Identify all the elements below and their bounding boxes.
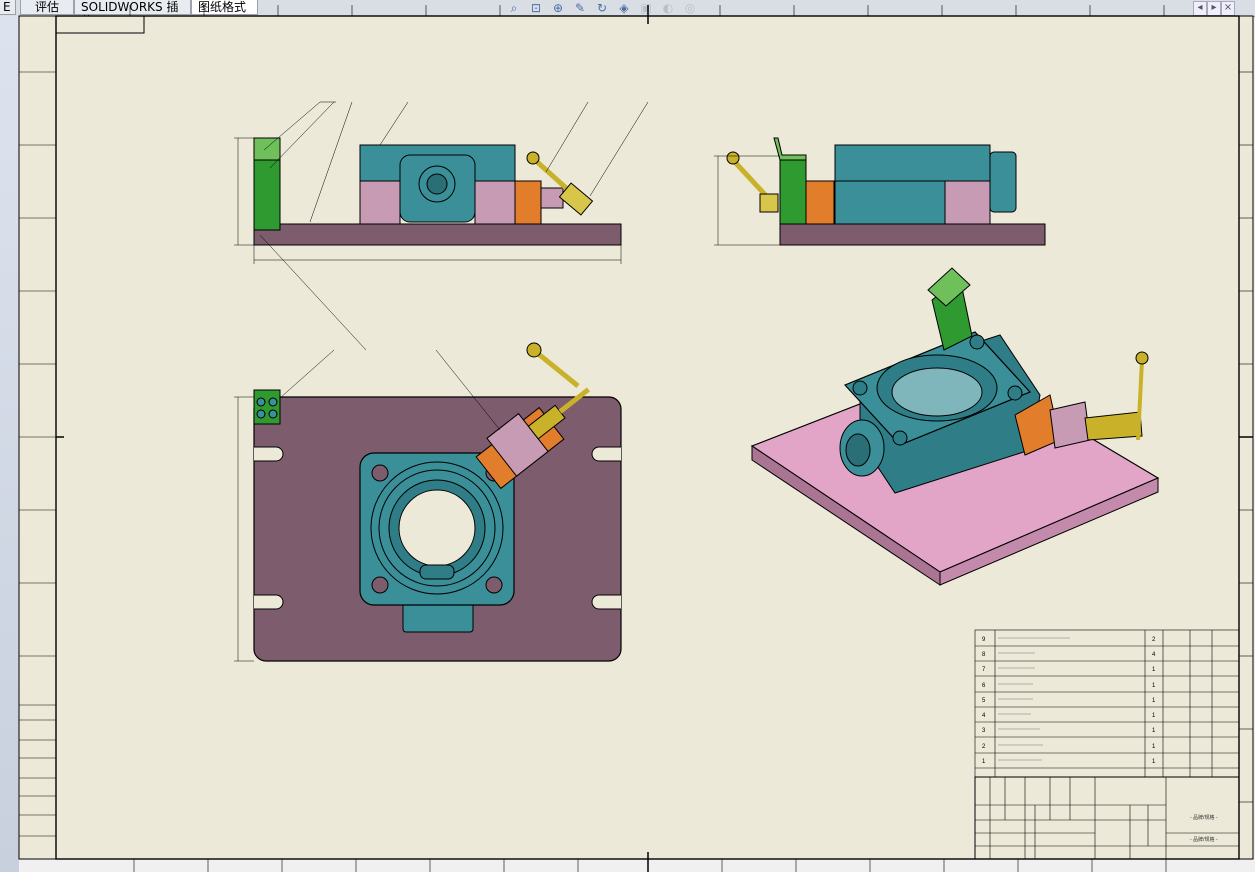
bom-table[interactable] bbox=[974, 629, 1240, 778]
bom-qty: 1 bbox=[1152, 667, 1156, 673]
bom-description-lines bbox=[998, 637, 1070, 761]
bom-qty: 1 bbox=[1152, 728, 1156, 734]
front-view[interactable] bbox=[253, 137, 622, 246]
bom-no: 7 bbox=[982, 667, 986, 673]
top-view[interactable] bbox=[253, 342, 622, 662]
bom-qty: 1 bbox=[1152, 698, 1156, 704]
title-note-box bbox=[55, 15, 145, 34]
bom-no: 5 bbox=[982, 698, 986, 704]
bom-no: 9 bbox=[982, 637, 986, 643]
bom-no: 2 bbox=[982, 744, 986, 750]
bom-qty: 2 bbox=[1152, 637, 1156, 643]
bom-no: 6 bbox=[982, 683, 986, 689]
bom-qty: 4 bbox=[1152, 652, 1156, 658]
side-view[interactable] bbox=[726, 137, 1046, 246]
isometric-view[interactable] bbox=[750, 267, 1160, 586]
title-block-note: - 品牌/规格 - bbox=[1190, 814, 1218, 821]
drawing-canvas[interactable]: 9 8 7 6 5 4 3 2 1 2 4 1 1 1 1 1 1 1 - 品牌… bbox=[0, 0, 1255, 872]
title-block-note-2: - 品牌/规格 - bbox=[1190, 836, 1218, 843]
bom-no: 4 bbox=[982, 713, 986, 719]
bom-no: 1 bbox=[982, 759, 986, 765]
bom-qty: 1 bbox=[1152, 744, 1156, 750]
bom-no: 8 bbox=[982, 652, 986, 658]
bom-row-numbers: 9 8 7 6 5 4 3 2 1 2 4 1 1 1 1 1 1 1 bbox=[982, 637, 1156, 765]
bom-no: 3 bbox=[982, 728, 986, 734]
bom-qty: 1 bbox=[1152, 683, 1156, 689]
bom-qty: 1 bbox=[1152, 713, 1156, 719]
left-revision-column bbox=[19, 71, 56, 837]
bom-qty: 1 bbox=[1152, 759, 1156, 765]
